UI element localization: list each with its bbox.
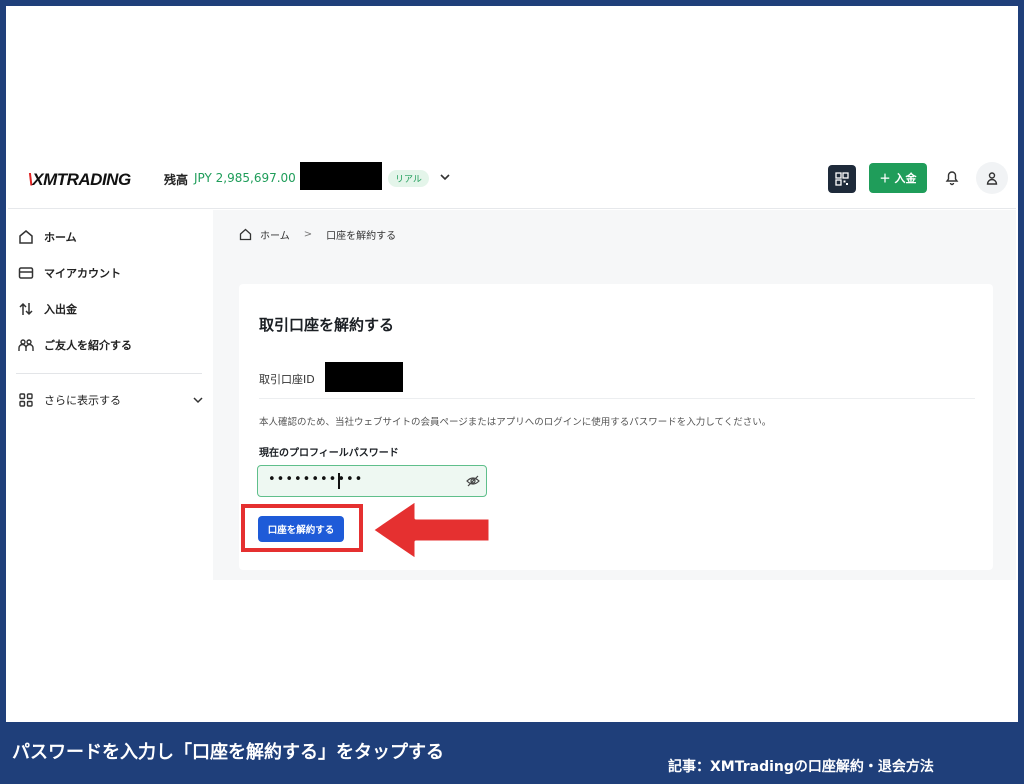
breadcrumb-current: 口座を解約する bbox=[326, 231, 397, 242]
password-input[interactable]: ••••••••••• bbox=[257, 465, 487, 497]
close-account-card: 取引口座を解約する 取引口座ID 本人確認のため、当社ウェブサイトの会員ページま… bbox=[239, 284, 993, 570]
sidebar-item-home[interactable]: ホーム bbox=[18, 226, 77, 248]
redacted-account-id bbox=[325, 362, 403, 392]
sidebar-item-my-account[interactable]: マイアカウント bbox=[18, 262, 121, 284]
people-icon bbox=[18, 339, 34, 351]
redacted-account-number bbox=[300, 162, 382, 190]
transfer-arrows-icon bbox=[19, 302, 33, 316]
sidebar-item-deposit-withdraw[interactable]: 入出金 bbox=[18, 298, 77, 320]
qr-code-icon bbox=[835, 172, 849, 186]
plus-icon: ＋ bbox=[879, 172, 891, 185]
sidebar-divider bbox=[16, 373, 202, 374]
user-icon bbox=[986, 172, 998, 185]
top-bar: \XMTRADING 残高 JPY 2,985,697.00 リアル ＋ 入金 bbox=[8, 157, 1016, 209]
account-id-label: 取引口座ID bbox=[259, 373, 315, 386]
balance-value: JPY 2,985,697.00 bbox=[194, 171, 296, 185]
sidebar: ホーム マイアカウント 入出金 ご友人を紹介する さらに表示する bbox=[8, 210, 208, 580]
chevron-down-icon[interactable] bbox=[438, 170, 452, 184]
breadcrumb-home[interactable]: ホーム bbox=[260, 227, 290, 242]
sidebar-item-refer-friend[interactable]: ご友人を紹介する bbox=[18, 334, 132, 356]
account-card-icon bbox=[18, 267, 34, 279]
annotation-arrow-icon bbox=[370, 498, 492, 562]
home-icon[interactable] bbox=[239, 228, 252, 241]
grid-icon bbox=[19, 393, 33, 407]
bell-icon[interactable] bbox=[943, 168, 961, 186]
home-icon bbox=[19, 230, 33, 244]
instruction-text: 本人確認のため、当社ウェブサイトの会員ページまたはアプリへのログインに使用するパ… bbox=[259, 417, 772, 428]
eye-off-icon[interactable] bbox=[466, 474, 480, 488]
chevron-down-icon bbox=[193, 397, 203, 404]
password-label: 現在のプロフィールパスワード bbox=[259, 448, 399, 459]
password-value: ••••••••••• bbox=[268, 472, 364, 487]
deposit-button[interactable]: ＋ 入金 bbox=[869, 163, 927, 193]
breadcrumb: ホーム > 口座を解約する bbox=[239, 227, 396, 242]
breadcrumb-separator: > bbox=[303, 229, 313, 240]
close-account-button[interactable]: 口座を解約する bbox=[258, 516, 344, 542]
balance-label: 残高 bbox=[164, 173, 189, 187]
main-content: ホーム > 口座を解約する 取引口座を解約する 取引口座ID 本人確認のため、当… bbox=[213, 210, 1016, 580]
qr-code-button[interactable] bbox=[828, 165, 856, 193]
text-cursor bbox=[338, 473, 340, 489]
caption-article: 記事：XMTradingの口座解約・退会方法 bbox=[668, 759, 934, 775]
highlight-box: 口座を解約する bbox=[241, 504, 363, 552]
caption-instruction: パスワードを入力し「口座を解約する」をタップする bbox=[12, 742, 444, 763]
sidebar-item-show-more[interactable]: さらに表示する bbox=[18, 389, 204, 411]
user-profile-button[interactable] bbox=[976, 162, 1008, 194]
xm-logo[interactable]: \XMTRADING bbox=[28, 170, 131, 190]
card-divider bbox=[259, 398, 975, 399]
page-title: 取引口座を解約する bbox=[259, 316, 395, 334]
account-type-badge: リアル bbox=[388, 170, 429, 187]
